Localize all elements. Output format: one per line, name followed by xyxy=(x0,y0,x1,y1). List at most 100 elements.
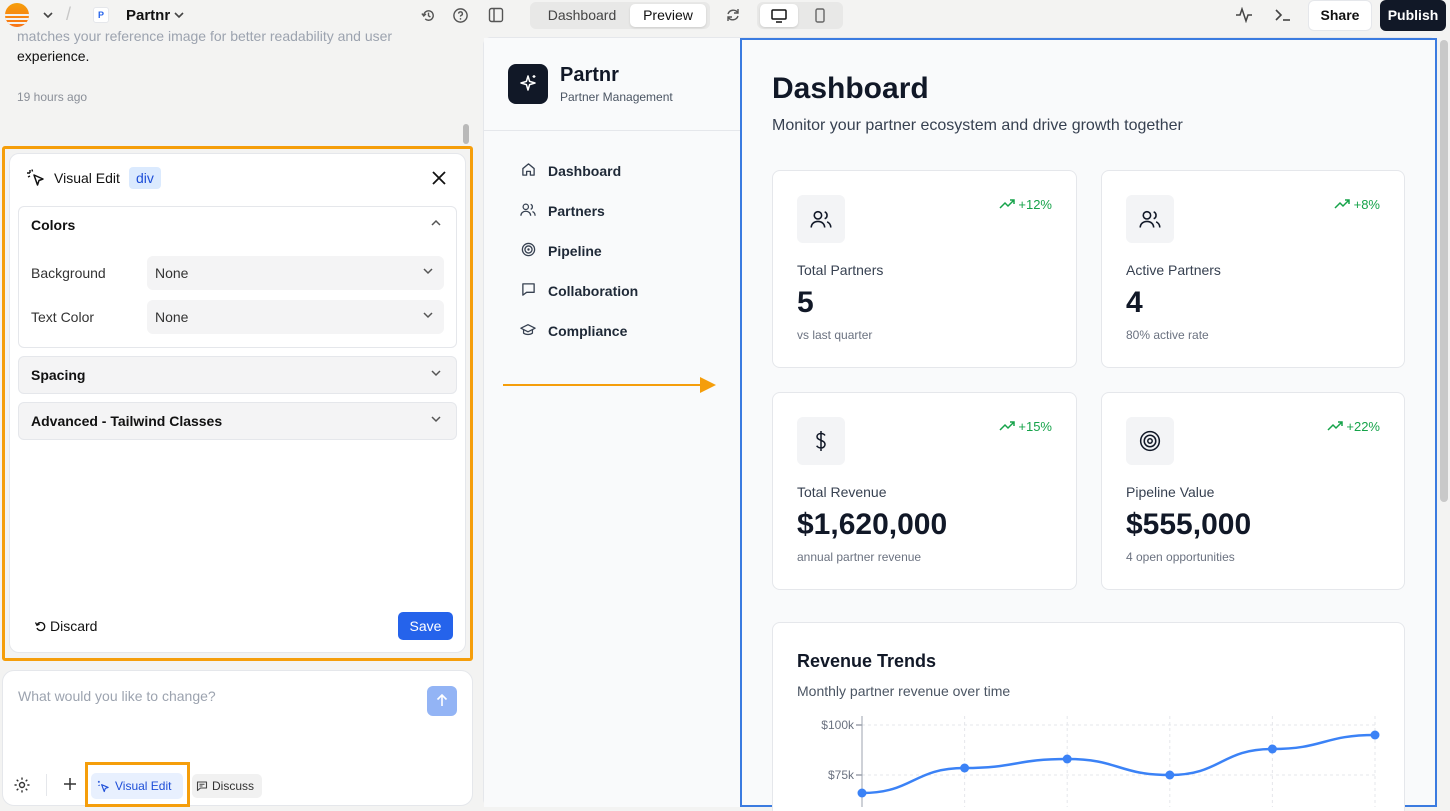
settings-gear-icon[interactable] xyxy=(13,776,31,794)
discard-button[interactable]: Discard xyxy=(34,618,97,634)
share-button[interactable]: Share xyxy=(1308,0,1372,31)
preview-scrollbar[interactable] xyxy=(1440,40,1448,502)
chat-input-placeholder[interactable]: What would you like to change? xyxy=(18,688,216,704)
colors-section-header[interactable]: Colors xyxy=(31,217,75,233)
project-menu-chevron-icon[interactable] xyxy=(172,8,186,22)
plus-icon[interactable] xyxy=(63,777,79,793)
background-label: Background xyxy=(31,265,106,281)
advanced-section[interactable]: Advanced - Tailwind Classes xyxy=(18,402,457,440)
project-name[interactable]: Partnr xyxy=(126,7,170,24)
home-icon xyxy=(520,162,536,180)
target-icon xyxy=(520,242,536,260)
chevron-down-icon[interactable] xyxy=(430,367,442,382)
terminal-icon[interactable] xyxy=(1273,6,1293,24)
dollar-icon xyxy=(797,417,845,465)
text-color-select-value: None xyxy=(155,309,189,325)
sidebar-item-dashboard[interactable]: Dashboard xyxy=(520,161,621,181)
colors-section: Colors Background None Text Color None xyxy=(18,206,457,348)
page-subtitle: Monitor your partner ecosystem and drive… xyxy=(772,117,1183,134)
brand-subtitle: Partner Management xyxy=(560,90,673,104)
sidebar-item-label: Partners xyxy=(548,203,605,219)
spacing-section[interactable]: Spacing xyxy=(18,356,457,394)
data-point[interactable] xyxy=(1165,770,1175,780)
stat-label: Total Revenue xyxy=(797,484,887,500)
sidebar-item-label: Pipeline xyxy=(548,243,602,259)
stat-note: annual partner revenue xyxy=(797,550,922,564)
y-tick-label: $75k xyxy=(828,768,855,782)
advanced-section-header[interactable]: Advanced - Tailwind Classes xyxy=(31,413,222,429)
data-point[interactable] xyxy=(960,763,970,773)
trend-value: +22% xyxy=(1346,419,1380,434)
message-icon xyxy=(520,282,536,300)
view-tabs: Dashboard Preview xyxy=(530,2,710,29)
discuss-button[interactable]: Discuss xyxy=(192,774,262,798)
trend-badge: +8% xyxy=(1334,197,1380,212)
chevron-down-icon[interactable] xyxy=(40,7,56,23)
stat-value: $1,620,000 xyxy=(797,508,948,541)
chat-message-line: experience. xyxy=(17,48,90,64)
sidebar-item-collaboration[interactable]: Collaboration xyxy=(520,281,638,301)
send-button[interactable] xyxy=(427,686,457,716)
cursor-sparkle-icon xyxy=(26,168,46,188)
spacing-section-header[interactable]: Spacing xyxy=(31,367,85,383)
stat-card-pipeline-value: +22% Pipeline Value $555,000 4 open oppo… xyxy=(1101,392,1405,590)
chevron-down-icon[interactable] xyxy=(430,413,442,428)
sidebar-item-partners[interactable]: Partners xyxy=(520,201,605,221)
users-icon xyxy=(1126,195,1174,243)
stat-note: 4 open opportunities xyxy=(1126,550,1235,564)
tab-dashboard[interactable]: Dashboard xyxy=(534,4,630,27)
app-sidebar xyxy=(484,38,740,807)
sparkles-icon xyxy=(508,64,548,104)
mobile-icon[interactable] xyxy=(801,4,839,27)
trending-up-icon xyxy=(999,199,1015,209)
data-point[interactable] xyxy=(1370,730,1380,740)
tab-preview[interactable]: Preview xyxy=(630,4,706,27)
stat-label: Pipeline Value xyxy=(1126,484,1215,500)
desktop-icon[interactable] xyxy=(760,4,798,27)
stat-card-active-partners: +8% Active Partners 4 80% active rate xyxy=(1101,170,1405,368)
trend-value: +12% xyxy=(1018,197,1052,212)
project-logo-icon: P xyxy=(93,7,109,23)
background-select[interactable]: None xyxy=(147,256,444,290)
stat-note: vs last quarter xyxy=(797,328,873,342)
trend-value: +15% xyxy=(1018,419,1052,434)
data-point[interactable] xyxy=(857,788,867,798)
page-title: Dashboard xyxy=(772,72,929,105)
trending-up-icon xyxy=(999,421,1015,431)
app-logo-icon[interactable] xyxy=(5,3,29,27)
stat-card-total-partners: +12% Total Partners 5 vs last quarter xyxy=(772,170,1077,368)
trending-up-icon xyxy=(1327,421,1343,431)
background-select-value: None xyxy=(155,265,189,281)
series-line xyxy=(861,733,1376,795)
text-color-select[interactable]: None xyxy=(147,300,444,334)
save-button[interactable]: Save xyxy=(398,612,453,640)
chat-message: matches your reference image for better … xyxy=(17,31,437,68)
stat-label: Active Partners xyxy=(1126,262,1221,278)
close-icon[interactable] xyxy=(428,167,450,189)
panel-toggle-icon[interactable] xyxy=(487,6,505,24)
chevron-down-icon xyxy=(422,300,434,334)
revenue-line-chart: $100k $75k xyxy=(821,716,1380,807)
data-point[interactable] xyxy=(1267,744,1277,754)
publish-button[interactable]: Publish xyxy=(1380,0,1446,31)
chevron-down-icon xyxy=(422,256,434,290)
annotation-arrow xyxy=(503,384,703,386)
toolbar-divider xyxy=(46,774,47,796)
sidebar-divider xyxy=(484,130,740,131)
sidebar-item-pipeline[interactable]: Pipeline xyxy=(520,241,602,261)
visual-edit-button-label: Visual Edit xyxy=(115,779,172,793)
refresh-icon[interactable] xyxy=(724,6,742,24)
stat-label: Total Partners xyxy=(797,262,884,278)
chat-scrollbar[interactable] xyxy=(463,124,469,144)
visual-edit-button[interactable]: Visual Edit xyxy=(91,773,183,799)
history-icon[interactable] xyxy=(419,6,437,24)
data-point[interactable] xyxy=(1062,754,1072,764)
sidebar-item-compliance[interactable]: Compliance xyxy=(520,321,627,341)
help-icon[interactable] xyxy=(451,6,469,24)
chevron-up-icon[interactable] xyxy=(430,217,442,232)
visual-edit-title: Visual Edit xyxy=(54,170,120,186)
text-color-label: Text Color xyxy=(31,309,95,325)
device-toggle xyxy=(757,2,843,29)
trend-badge: +12% xyxy=(999,197,1052,212)
activity-icon[interactable] xyxy=(1234,6,1254,24)
